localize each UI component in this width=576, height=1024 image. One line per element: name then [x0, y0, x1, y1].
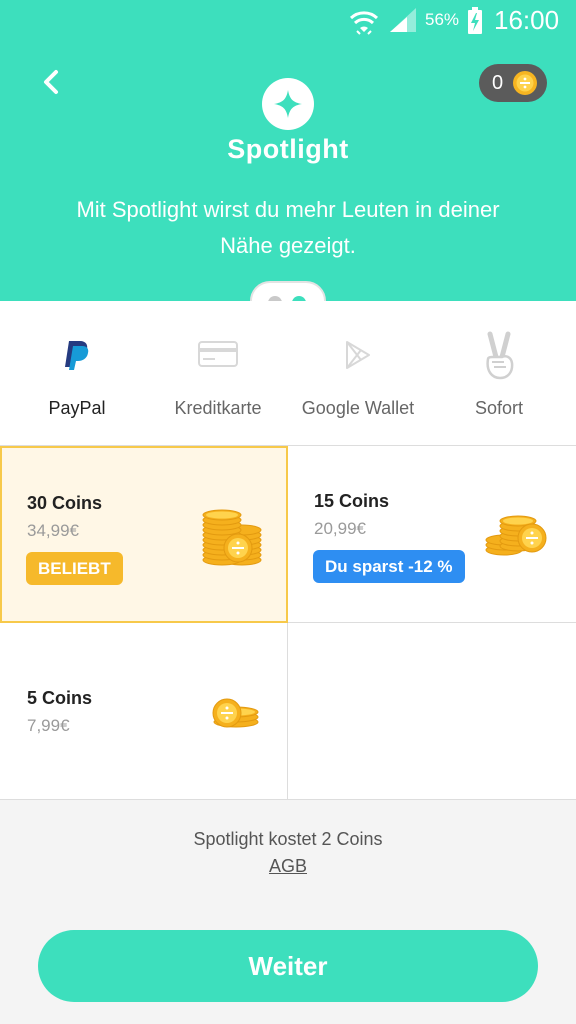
back-arrow-icon[interactable] — [36, 66, 68, 98]
battery-percentage: 56% — [425, 10, 460, 29]
coin-balance[interactable]: 0 — [479, 64, 547, 102]
coin-balance-count: 0 — [492, 71, 504, 94]
spotlight-cost-text: Spotlight kostet 2 Coins — [193, 829, 383, 849]
package-15-coins[interactable]: 15 Coins 20,99€ Du sparst -12 % — [288, 446, 576, 622]
popular-badge: BELIEBT — [26, 552, 123, 585]
signal-icon — [390, 8, 416, 32]
coin-stack-medium-icon — [485, 515, 547, 556]
savings-badge: Du sparst -12 % — [313, 550, 465, 583]
coin-packages: 30 Coins 34,99€ BELIEBT 15 Coins 20,99€ … — [0, 445, 576, 800]
coin-stack-large-icon — [202, 509, 262, 566]
package-title: 15 Coins — [314, 491, 390, 511]
coin-icon — [513, 71, 537, 95]
package-5-coins[interactable]: 5 Coins 7,99€ — [0, 623, 287, 799]
payment-method-label: Google Wallet — [301, 398, 415, 418]
payment-method-paypal[interactable]: PayPal — [5, 301, 149, 445]
payment-methods: PayPal Kreditkarte Google Wallet Sofort — [0, 301, 576, 445]
package-price: 34,99€ — [27, 521, 79, 540]
continue-button[interactable]: Weiter — [38, 930, 538, 1002]
battery-charging-icon — [468, 7, 482, 34]
payment-method-kreditkarte[interactable]: Kreditkarte — [146, 301, 290, 445]
clock: 16:00 — [494, 5, 560, 35]
page-title: Spotlight — [227, 134, 349, 164]
sparkle-icon — [274, 90, 302, 118]
package-price: 7,99€ — [27, 716, 70, 735]
coin-stack-small-icon — [212, 698, 259, 728]
package-title: 5 Coins — [27, 688, 93, 708]
payment-method-label: Sofort — [474, 398, 524, 418]
package-30-coins[interactable]: 30 Coins 34,99€ BELIEBT — [0, 446, 288, 623]
payment-method-label: Kreditkarte — [174, 398, 262, 418]
paypal-icon — [65, 341, 89, 370]
package-title: 30 Coins — [27, 493, 103, 513]
agb-link[interactable]: AGB — [0, 856, 576, 877]
credit-card-icon — [198, 341, 238, 367]
package-price: 20,99€ — [314, 519, 366, 538]
google-wallet-icon — [346, 341, 370, 369]
spotlight-logo — [262, 78, 314, 130]
wifi-icon — [349, 11, 379, 35]
status-bar: 56% 16:00 — [0, 0, 576, 42]
victory-hand-icon — [486, 331, 514, 380]
agb-link-label[interactable]: AGB — [269, 856, 307, 876]
page-description: Mit Spotlight wirst du mehr Leuten in de… — [76, 197, 500, 258]
header: 56% 16:00 0 Spotlight Mit Spotlight wirs… — [0, 0, 576, 301]
payment-method-sofort[interactable]: Sofort — [427, 301, 571, 445]
payment-method-google-wallet[interactable]: Google Wallet — [286, 301, 430, 445]
empty-cell — [288, 623, 576, 799]
payment-method-label: PayPal — [48, 398, 106, 418]
